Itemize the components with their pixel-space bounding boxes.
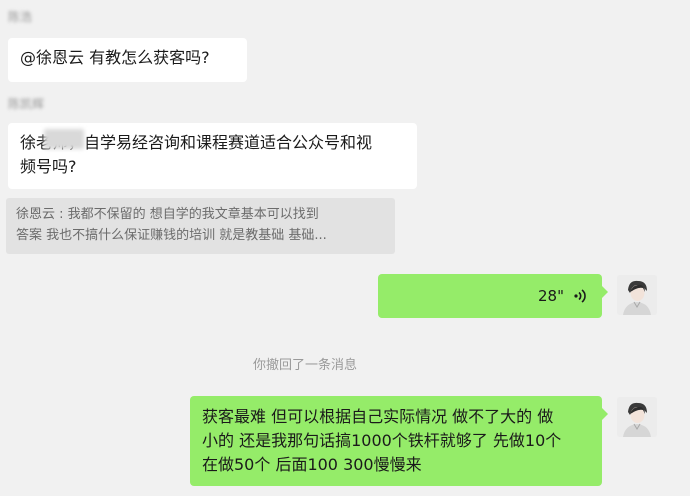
message-text: @徐恩云 有教怎么获客吗? (20, 48, 210, 67)
quoted-message[interactable]: 徐恩云 : 我都不保留的 想自学的我文章基本可以找到 答案 我也不搞什么保证赚钱… (6, 198, 395, 254)
outgoing-message[interactable]: 获客最难 但可以根据自己实际情况 做不了大的 做 小的 还是我那句话搞1000个… (190, 396, 608, 486)
voice-duration: 28" (538, 287, 564, 305)
message-text-line: 获客最难 但可以根据自己实际情况 做不了大的 做 (202, 407, 554, 426)
incoming-message[interactable]: 徐老师，自学易经咨询和课程赛道适合公众号和视 频号吗? (8, 123, 417, 189)
redaction-blur (44, 129, 84, 149)
sender-name: 陈凯辉 (8, 97, 45, 111)
sender-name: 陈浩 (8, 10, 33, 24)
message-text-line: 小的 还是我那句话搞1000个铁杆就够了 先做10个 (202, 431, 562, 450)
bubble-tail (602, 286, 608, 298)
voice-wave-icon (574, 289, 586, 303)
quote-text-line: 答案 我也不搞什么保证赚钱的培训 就是教基础 基础... (16, 228, 327, 243)
message-text-line: 频号吗? (20, 157, 77, 176)
bubble-tail (602, 408, 608, 420)
message-text-line: 在做50个 后面100 300慢慢来 (202, 455, 422, 474)
avatar[interactable] (617, 397, 657, 437)
avatar-image (617, 275, 657, 315)
quote-text-line: 徐恩云 : 我都不保留的 想自学的我文章基本可以找到 (16, 207, 319, 222)
recall-notice: 你撤回了一条消息 (252, 358, 357, 373)
avatar-image (617, 397, 657, 437)
incoming-message[interactable]: @徐恩云 有教怎么获客吗? (8, 38, 247, 82)
avatar[interactable] (617, 275, 657, 315)
voice-message[interactable]: 28" (378, 274, 608, 318)
